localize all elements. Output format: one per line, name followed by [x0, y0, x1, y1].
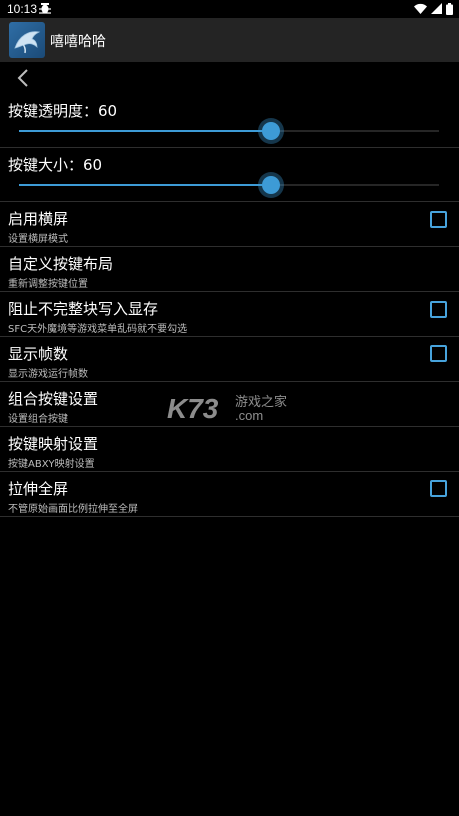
- k73-watermark-logo: K73 游戏之家 .com: [167, 393, 287, 424]
- watermark-brand: K73: [167, 393, 219, 424]
- pref-stretch-fullscreen[interactable]: 拉伸全屏 不管原始画面比例拉伸至全屏: [0, 472, 459, 517]
- pref-title: 显示帧数: [8, 345, 69, 363]
- slider-fill: [19, 130, 271, 132]
- pref-summary: 显示游戏运行帧数: [8, 369, 88, 380]
- wifi-icon: [414, 3, 427, 14]
- pref-opacity: 按键透明度：60: [0, 94, 459, 148]
- app-bar: 嘻嘻哈哈: [0, 18, 459, 62]
- dolphin-app-icon[interactable]: [9, 22, 45, 58]
- pref-summary: SFC天外魔境等游戏菜单乱码就不要勾选: [8, 324, 188, 335]
- debug-bug-icon: [39, 3, 51, 14]
- pref-key-mapping[interactable]: 按键映射设置 按键ABXY映射设置: [0, 427, 459, 472]
- pref-title: 按键映射设置: [8, 435, 99, 453]
- slider-thumb[interactable]: [262, 176, 280, 194]
- pref-summary: 不管原始画面比例拉伸至全屏: [8, 504, 138, 515]
- pref-title: 自定义按键布局: [8, 255, 114, 273]
- opacity-label: 按键透明度：60: [8, 102, 118, 120]
- signal-icon: [431, 3, 442, 14]
- watermark-domain: .com: [235, 408, 263, 423]
- pref-custom-layout[interactable]: 自定义按键布局 重新调整按键位置: [0, 247, 459, 292]
- pref-summary: 按键ABXY映射设置: [8, 459, 95, 470]
- status-time: 10:13: [7, 2, 38, 16]
- opacity-slider[interactable]: [19, 121, 439, 141]
- screen: 10:13 嘻嘻哈哈 按键透明度：60 按键大小：60 启用横屏 设置横屏模式 …: [0, 0, 459, 816]
- pref-title: 组合按键设置: [8, 390, 99, 408]
- slider-fill: [19, 184, 271, 186]
- pref-summary: 设置横屏模式: [8, 234, 68, 245]
- block-vram-checkbox[interactable]: [430, 301, 447, 318]
- slider-thumb[interactable]: [262, 122, 280, 140]
- size-label: 按键大小：60: [8, 156, 103, 174]
- app-title: 嘻嘻哈哈: [50, 34, 106, 50]
- chevron-left-icon[interactable]: [12, 68, 34, 88]
- battery-icon: [446, 2, 453, 15]
- landscape-checkbox[interactable]: [430, 211, 447, 228]
- dolphin-icon: [14, 31, 41, 54]
- pref-title: 拉伸全屏: [8, 480, 69, 498]
- status-bar: 10:13: [0, 0, 459, 18]
- pref-size: 按键大小：60: [0, 148, 459, 202]
- pref-title: 启用横屏: [8, 210, 69, 228]
- status-icons: [414, 2, 453, 15]
- pref-show-fps[interactable]: 显示帧数 显示游戏运行帧数: [0, 337, 459, 382]
- pref-summary: 重新调整按键位置: [8, 279, 88, 290]
- show-fps-checkbox[interactable]: [430, 345, 447, 362]
- pref-block-vram[interactable]: 阻止不完整块写入显存 SFC天外魔境等游戏菜单乱码就不要勾选: [0, 292, 459, 337]
- stretch-fullscreen-checkbox[interactable]: [430, 480, 447, 497]
- size-slider[interactable]: [19, 175, 439, 195]
- pref-landscape[interactable]: 启用横屏 设置横屏模式: [0, 202, 459, 247]
- pref-title: 阻止不完整块写入显存: [8, 300, 159, 318]
- pref-summary: 设置组合按键: [8, 414, 68, 425]
